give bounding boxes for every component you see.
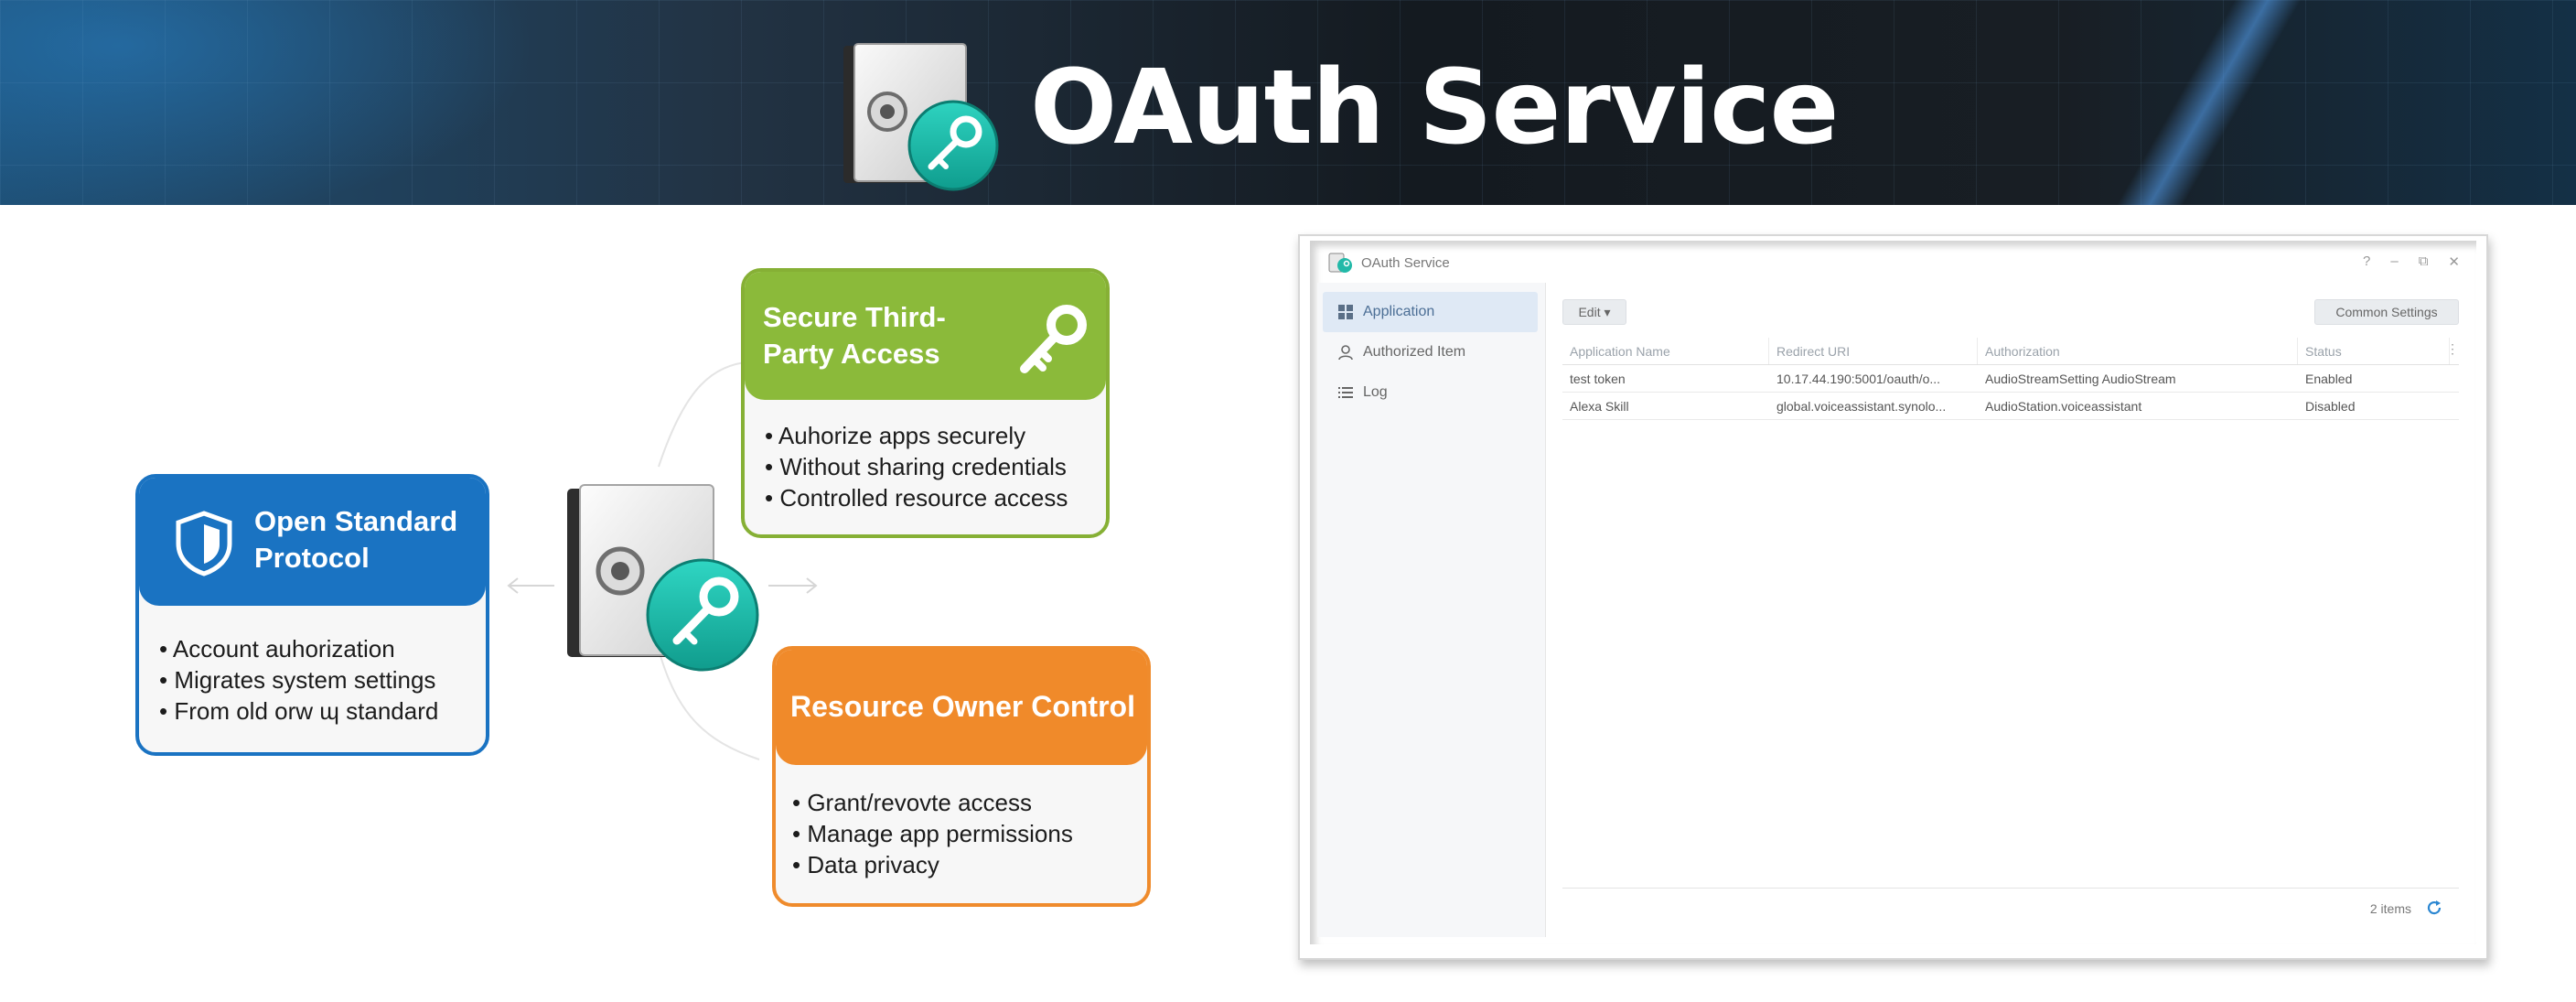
bullet-item: From old orw ɰ standard — [159, 695, 466, 727]
cell-application-name: Alexa Skill — [1570, 398, 1629, 414]
oauth-app-icon — [1328, 253, 1352, 273]
bullet-item: Migrates system settings — [159, 664, 466, 695]
edit-button[interactable]: Edit ▾ — [1562, 299, 1626, 325]
table-row[interactable]: test token 10.17.44.190:5001/oauth/o... … — [1562, 365, 2459, 393]
bullet-item: Manage app permissions — [792, 818, 1127, 849]
minimize-icon[interactable]: – — [2390, 253, 2398, 270]
oauth-service-window: OAuth Service ? – ⧉ ✕ Application Author… — [1310, 241, 2476, 944]
item-count: 2 items — [2369, 901, 2411, 916]
main-content: Edit ▾ Common Settings Application Name … — [1555, 283, 2470, 937]
card-bullet-list: Grant/revovte access Manage app permissi… — [776, 765, 1147, 880]
bullet-item: Data privacy — [792, 849, 1127, 880]
header-banner: OAuth Service — [0, 0, 2576, 205]
bullet-item: Without sharing credentials — [765, 451, 1086, 482]
close-icon[interactable]: ✕ — [2448, 253, 2460, 270]
cell-authorization: AudioStation.voiceassistant — [1985, 398, 2142, 414]
page-title: OAuth Service — [1030, 48, 1839, 167]
card-bullet-list: Auhorize apps securely Without sharing c… — [745, 400, 1106, 513]
bullet-item: Auhorize apps securely — [765, 420, 1086, 451]
sidebar-item-application[interactable]: Application — [1323, 292, 1538, 332]
refresh-icon[interactable] — [2426, 900, 2442, 916]
user-icon — [1338, 345, 1353, 361]
table-header: Application Name Redirect URI Authorizat… — [1562, 338, 2459, 365]
column-header[interactable]: Status — [2298, 338, 2450, 364]
card-title-line: Secure Third- — [763, 301, 946, 333]
help-icon[interactable]: ? — [2363, 253, 2370, 270]
sidebar-item-authorized-item[interactable]: Authorized Item — [1317, 332, 1545, 372]
card-title: Resource Owner Control — [790, 690, 1135, 723]
table-footer: 2 items — [1562, 888, 2459, 924]
bullet-item: Account auhorization — [159, 633, 466, 664]
table-row[interactable]: Alexa Skill global.voiceassistant.synolo… — [1562, 393, 2459, 420]
list-icon — [1338, 387, 1353, 398]
column-header[interactable]: Redirect URI — [1769, 338, 1978, 364]
window-controls: ? – ⧉ ✕ — [2363, 253, 2460, 270]
card-title: Open Standard Protocol — [254, 503, 457, 576]
sidebar-item-label: Log — [1363, 384, 1388, 400]
card-title: Secure Third- Party Access — [763, 299, 946, 372]
sidebar-item-label: Application — [1363, 304, 1435, 319]
key-icon — [1020, 305, 1087, 373]
column-header[interactable]: Application Name — [1562, 338, 1769, 364]
column-menu-icon[interactable]: ⋮ — [2446, 341, 2459, 357]
card-title-line: Party Access — [763, 338, 940, 370]
bullet-item: Grant/revovte access — [792, 787, 1127, 818]
card-header: Open Standard Protocol — [139, 478, 486, 606]
application-table: Application Name Redirect URI Authorizat… — [1562, 338, 2459, 420]
card-open-standard-protocol: Open Standard Protocol Account auhorizat… — [135, 474, 489, 756]
card-header: Resource Owner Control — [776, 650, 1147, 765]
card-title-line: Open Standard — [254, 505, 458, 537]
sidebar-item-label: Authorized Item — [1363, 344, 1466, 360]
grid-icon — [1338, 305, 1353, 319]
cell-redirect-uri: global.voiceassistant.synolo... — [1776, 398, 1947, 414]
column-header[interactable]: Authorization — [1978, 338, 2298, 364]
maximize-icon[interactable]: ⧉ — [2419, 253, 2429, 270]
oauth-safe-logo-icon — [843, 43, 999, 191]
cell-redirect-uri: 10.17.44.190:5001/oauth/o... — [1776, 371, 1941, 386]
center-oauth-safe-icon — [567, 484, 759, 672]
sidebar: Application Authorized Item Log — [1317, 283, 1546, 937]
card-resource-owner-control: Resource Owner Control Grant/revovte acc… — [772, 646, 1151, 907]
window-title: OAuth Service — [1361, 255, 1450, 271]
window-titlebar: OAuth Service ? – ⧉ ✕ — [1310, 241, 2476, 283]
cell-status: Enabled — [2305, 371, 2353, 386]
card-header: Secure Third- Party Access — [745, 272, 1106, 400]
banner-light-streak — [1967, 0, 2442, 205]
card-title-line: Protocol — [254, 542, 370, 574]
card-secure-third-party-access: Secure Third- Party Access Auhorize apps… — [741, 268, 1110, 538]
common-settings-button[interactable]: Common Settings — [2314, 299, 2459, 325]
sidebar-item-log[interactable]: Log — [1317, 372, 1545, 413]
shield-icon — [176, 511, 232, 576]
cell-authorization: AudioStreamSetting AudioStream — [1985, 371, 2176, 386]
cell-status: Disabled — [2305, 398, 2356, 414]
cell-application-name: test token — [1570, 371, 1626, 386]
bullet-item: Controlled resource access — [765, 482, 1086, 513]
card-bullet-list: Account auhorization Migrates system set… — [139, 606, 486, 727]
